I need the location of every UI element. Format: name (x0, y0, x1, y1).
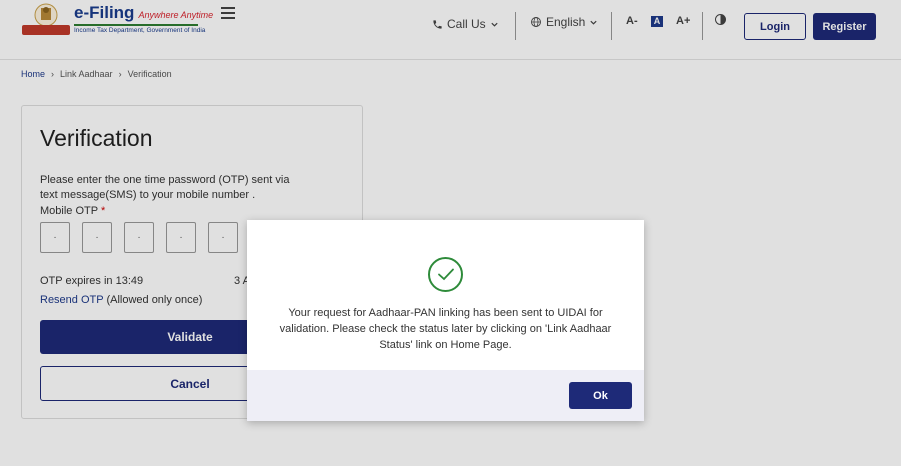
success-dialog: Your request for Aadhaar-PAN linking has… (247, 220, 644, 421)
check-circle-icon (428, 257, 463, 292)
dialog-message: Your request for Aadhaar-PAN linking has… (279, 307, 612, 351)
ok-button[interactable]: Ok (569, 382, 632, 409)
dialog-footer: Ok (247, 370, 644, 421)
